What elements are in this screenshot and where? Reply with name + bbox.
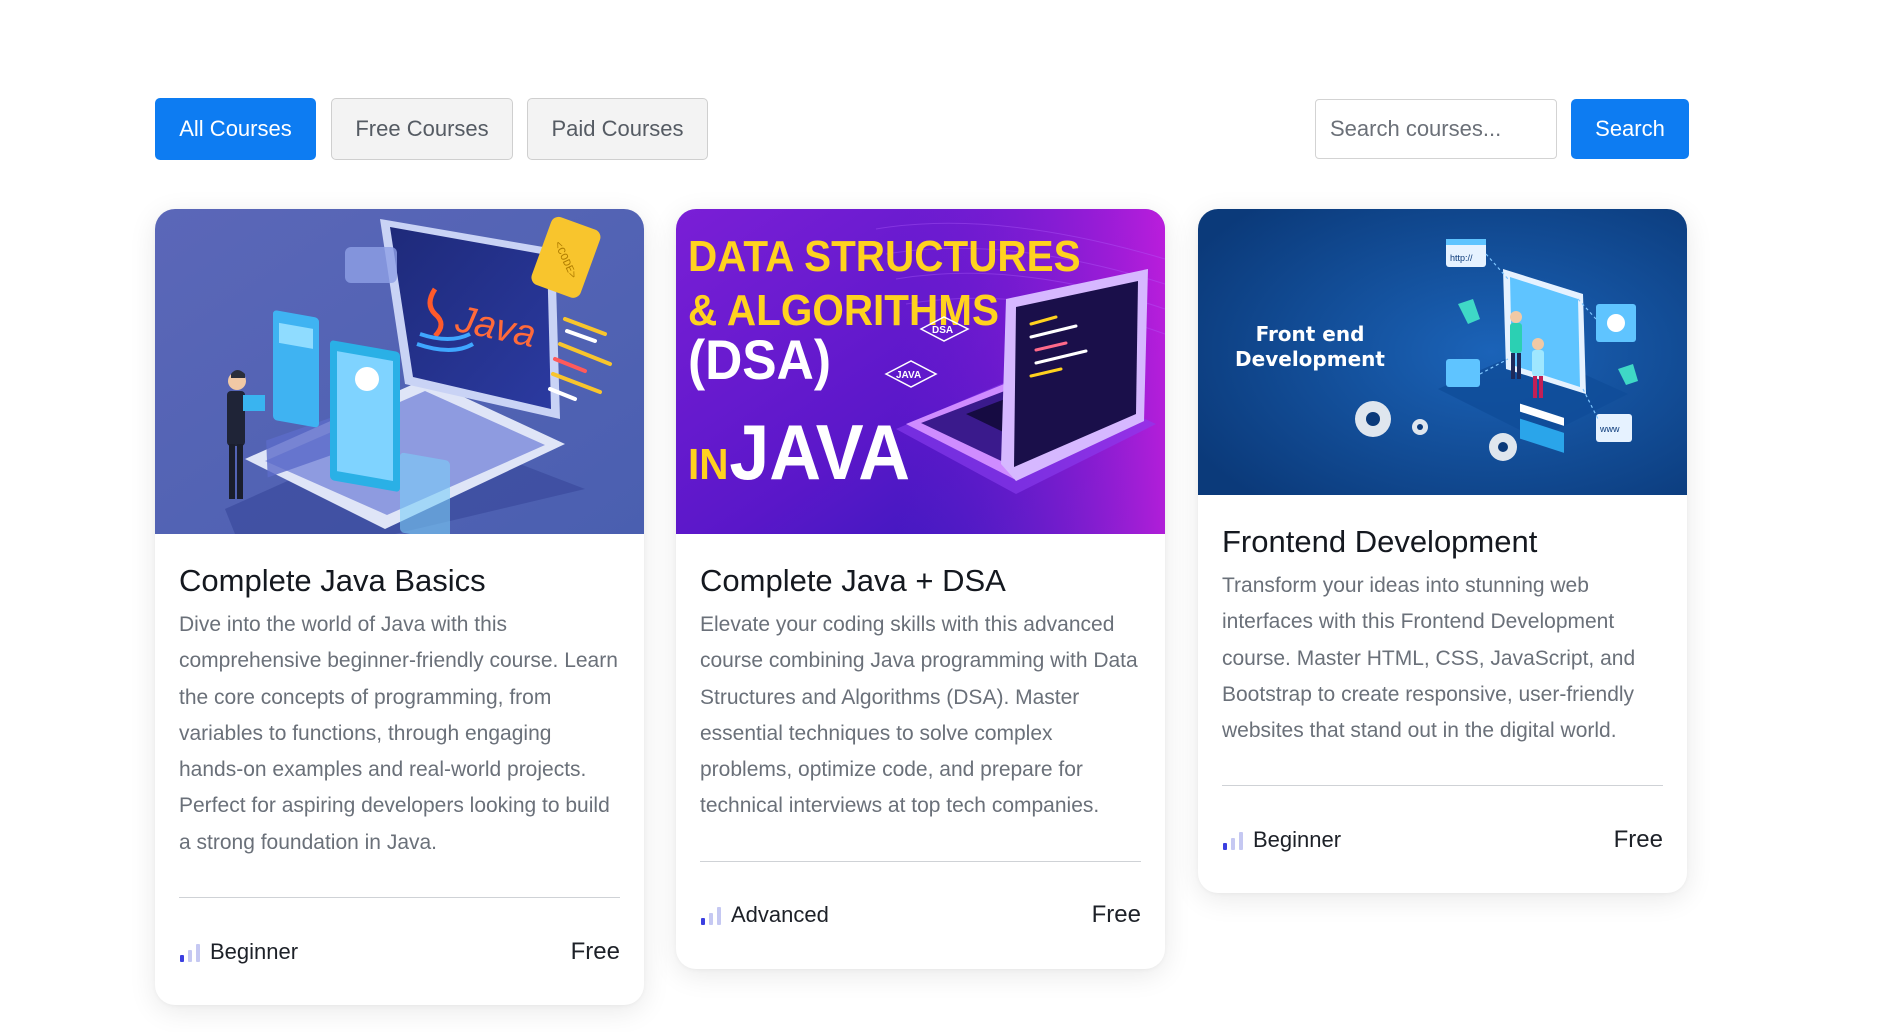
level-bars-icon — [180, 943, 200, 962]
frontend-image-line1: Front end — [1256, 322, 1365, 346]
price-label: Free — [1613, 825, 1663, 853]
level-indicator: Beginner — [179, 939, 298, 965]
course-card-java-basics[interactable]: Java <CODE> Complete Java Basics Dive in… — [155, 209, 644, 1006]
price-label: Free — [1091, 901, 1141, 929]
course-image-dsa: DATA STRUCTURES & ALGORITHMS (DSA) IN JA… — [676, 209, 1165, 534]
dsa-title-line3: (DSA) — [688, 329, 831, 391]
dsa-java-banner: DATA STRUCTURES & ALGORITHMS (DSA) IN JA… — [676, 209, 1165, 534]
level-bars-icon — [701, 907, 721, 926]
level-label: Advanced — [731, 902, 829, 928]
frontend-isometric-illustration: Front end Development http:// www — [1198, 209, 1687, 495]
course-title[interactable]: Complete Java + DSA — [700, 563, 1141, 599]
frontend-tag-http: http:// — [1450, 253, 1473, 263]
search-button[interactable]: Search — [1571, 99, 1689, 159]
level-bars-icon — [1223, 831, 1243, 850]
course-description: Elevate your coding skills with this adv… — [700, 613, 1138, 818]
dsa-title-line4b: JAVA — [729, 408, 910, 495]
course-description: Dive into the world of Java with this co… — [179, 613, 618, 854]
frontend-image-line2: Development — [1235, 347, 1385, 371]
dsa-title-line1: DATA STRUCTURES — [688, 231, 1081, 280]
dsa-title-line4a: IN — [688, 439, 728, 488]
course-toolbar: All Courses Free Courses Paid Courses Se… — [155, 98, 1689, 160]
level-label: Beginner — [210, 938, 299, 964]
course-title[interactable]: Complete Java Basics — [179, 563, 620, 599]
card-footer: Beginner Free — [1222, 786, 1663, 893]
card-footer: Advanced Free — [700, 862, 1141, 969]
level-indicator: Beginner — [1222, 827, 1341, 853]
course-image-frontend: Front end Development http:// www — [1198, 209, 1687, 495]
course-card-frontend[interactable]: Front end Development http:// www Fronte… — [1198, 209, 1687, 894]
frontend-tag-www: www — [1599, 424, 1620, 434]
dsa-tag-java: JAVA — [896, 370, 921, 381]
course-image-java: Java <CODE> — [155, 209, 644, 534]
java-laptop-illustration: Java <CODE> — [155, 209, 644, 534]
course-card-java-dsa[interactable]: DATA STRUCTURES & ALGORITHMS (DSA) IN JA… — [676, 209, 1165, 969]
paid-courses-button[interactable]: Paid Courses — [527, 98, 708, 160]
free-courses-button[interactable]: Free Courses — [331, 98, 513, 160]
card-footer: Beginner Free — [179, 898, 620, 1005]
price-label: Free — [570, 937, 620, 965]
all-courses-button[interactable]: All Courses — [155, 98, 316, 160]
course-title[interactable]: Frontend Development — [1222, 524, 1663, 560]
search-input[interactable] — [1315, 99, 1557, 159]
course-description: Transform your ideas into stunning web i… — [1222, 574, 1636, 743]
level-label: Beginner — [1253, 826, 1342, 852]
dsa-tag-dsa: DSA — [932, 325, 953, 336]
level-indicator: Advanced — [700, 902, 829, 928]
